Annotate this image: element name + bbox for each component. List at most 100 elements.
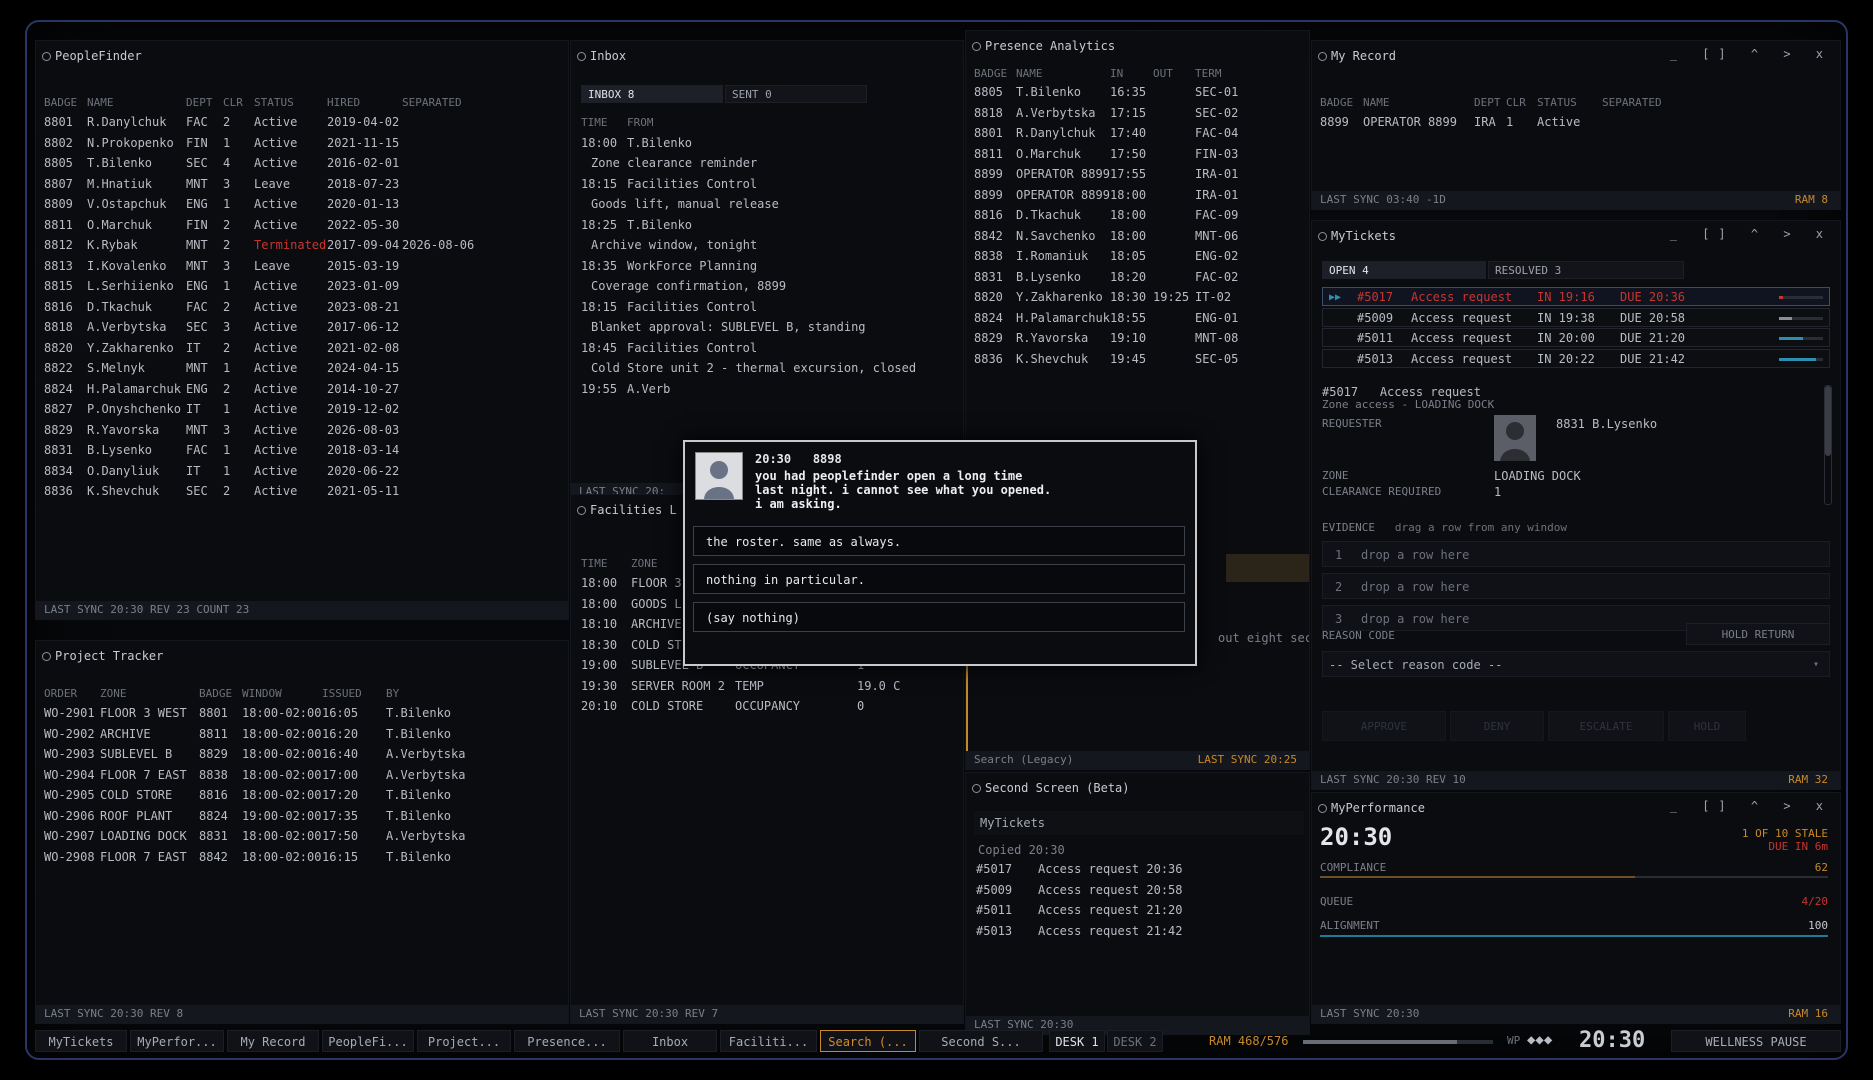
message-row[interactable]: 18:45 Facilities Control <box>571 338 963 358</box>
tab-resolved[interactable]: RESOLVED 3 <box>1488 261 1684 279</box>
table-row[interactable]: 8899 OPERATOR 8899 18:00 IRA-01 <box>966 185 1309 205</box>
approve-button[interactable]: APPROVE <box>1322 711 1446 741</box>
ticket-copy-row[interactable]: #5011 Access request 21:20 <box>966 900 1309 920</box>
ticket-copy-row[interactable]: #5009 Access request 20:58 <box>966 880 1309 900</box>
table-row[interactable]: 8801 R.Danylchuk FAC 2 Active 2019-04-02 <box>36 112 568 132</box>
desk-2-button[interactable]: DESK 2 <box>1107 1030 1163 1052</box>
chat-dialog[interactable]: 20:30 8898 you had peoplefinder open a l… <box>683 440 1197 666</box>
ticket-copy-row[interactable]: #5013 Access request 21:42 <box>966 921 1309 941</box>
reply-choice-2[interactable]: nothing in particular. <box>693 564 1185 594</box>
table-row[interactable]: 8801 R.Danylchuk 17:40 FAC-04 <box>966 123 1309 143</box>
wellness-pause-button[interactable]: WELLNESS PAUSE <box>1671 1030 1841 1052</box>
inbox-window[interactable]: Inbox INBOX 8 SENT 0 TIME FROM 18:00 T.Bi… <box>570 40 964 502</box>
tab-open[interactable]: OPEN 4 <box>1322 261 1486 279</box>
table-row[interactable]: 8824 H.Palamarchuk 18:55 ENG-01 <box>966 308 1309 328</box>
search-legacy-bar[interactable]: Search (Legacy) LAST SYNC 20:25 <box>966 751 1309 769</box>
table-row[interactable]: 8834 O.Danyliuk IT 1 Active 2020-06-22 <box>36 461 568 481</box>
table-row[interactable]: 8811 O.Marchuk FIN 2 Active 2022-05-30 <box>36 215 568 235</box>
table-row[interactable]: 8816 D.Tkachuk 18:00 FAC-09 <box>966 205 1309 225</box>
table-row[interactable]: WO-2903 SUBLEVEL B 8829 18:00-02:00 16:40 A.V… <box>36 744 568 764</box>
window-controls[interactable]: _ [] ^ > x <box>1670 227 1832 241</box>
ticket-copy-row[interactable]: #5017 Access request 20:36 <box>966 859 1309 879</box>
table-row[interactable]: 8802 N.Prokopenko FIN 1 Active 2021-11-15 <box>36 133 568 153</box>
message-row[interactable]: 18:35 WorkForce Planning <box>571 256 963 276</box>
table-row[interactable]: 8829 R.Yavorska 19:10 MNT-08 <box>966 328 1309 348</box>
second-screen-window[interactable]: Second Screen (Beta) MyTickets Copied 20… <box>965 772 1310 1035</box>
table-row[interactable]: 8813 I.Kovalenko MNT 3 Leave 2015-03-19 <box>36 256 568 276</box>
message-row[interactable]: 18:15 Facilities Control <box>571 174 963 194</box>
table-row[interactable]: 8809 V.Ostapchuk ENG 1 Active 2020-01-13 <box>36 194 568 214</box>
table-row[interactable]: 8822 S.Melnyk MNT 1 Active 2024-04-15 <box>36 358 568 378</box>
detail-scrollbar[interactable] <box>1824 385 1832 505</box>
reason-code-select[interactable]: -- Select reason code -- ▾ <box>1322 651 1830 677</box>
message-row[interactable]: 18:25 T.Bilenko <box>571 215 963 235</box>
table-row[interactable]: WO-2905 COLD STORE 8816 18:00-02:00 17:20 T.B… <box>36 785 568 805</box>
message-row[interactable]: 19:55 A.Verb <box>571 379 963 399</box>
window-controls[interactable]: _ [] ^ > x <box>1670 799 1832 813</box>
tab-inbox[interactable]: INBOX 8 <box>581 85 723 103</box>
reply-choice-3[interactable]: (say nothing) <box>693 602 1185 632</box>
taskbar-item-2[interactable]: My Record <box>227 1030 319 1052</box>
table-row[interactable]: WO-2902 ARCHIVE 8811 18:00-02:00 16:20 T.Bile… <box>36 724 568 744</box>
ticket-row[interactable]: #5009 Access request IN 19:38 DUE 20:58 <box>1322 307 1830 327</box>
deny-button[interactable]: DENY <box>1450 711 1544 741</box>
escalate-button[interactable]: ESCALATE <box>1548 711 1664 741</box>
table-row[interactable]: 8811 O.Marchuk 17:50 FIN-03 <box>966 144 1309 164</box>
table-row[interactable]: WO-2908 FLOOR 7 EAST 8842 18:00-02:00 16:15 T… <box>36 847 568 867</box>
message-row[interactable]: 18:00 T.Bilenko <box>571 133 963 153</box>
table-row[interactable]: 19:30 SERVER ROOM 2 TEMP 19.0 C <box>571 676 963 696</box>
table-row[interactable]: 8816 D.Tkachuk FAC 2 Active 2023-08-21 <box>36 297 568 317</box>
hold-button[interactable]: HOLD <box>1668 711 1746 741</box>
reply-choice-1[interactable]: the roster. same as always. <box>693 526 1185 556</box>
table-row[interactable]: 8805 T.Bilenko 16:35 SEC-01 <box>966 82 1309 102</box>
message-row[interactable]: 18:15 Facilities Control <box>571 297 963 317</box>
table-row[interactable]: 8829 R.Yavorska MNT 3 Active 2026-08-03 <box>36 420 568 440</box>
evidence-drop-slot[interactable]: 2 drop a row here <box>1322 573 1830 599</box>
taskbar-item-6[interactable]: Inbox <box>623 1030 717 1052</box>
table-row[interactable]: WO-2901 FLOOR 3 WEST 8801 18:00-02:00 16:05 T… <box>36 703 568 723</box>
taskbar-item-7[interactable]: Faciliti... <box>720 1030 817 1052</box>
taskbar-item-5[interactable]: Presence... <box>514 1030 620 1052</box>
window-controls[interactable]: _ [] ^ > x <box>1670 47 1832 61</box>
table-row[interactable]: 8831 B.Lysenko FAC 1 Active 2018-03-14 <box>36 440 568 460</box>
table-row[interactable]: 8805 T.Bilenko SEC 4 Active 2016-02-01 <box>36 153 568 173</box>
taskbar-item-0[interactable]: MyTickets <box>35 1030 127 1052</box>
table-row[interactable]: WO-2907 LOADING DOCK 8831 18:00-02:00 17:50 A… <box>36 826 568 846</box>
desk-1-button[interactable]: DESK 1 <box>1049 1030 1105 1052</box>
ticket-row[interactable]: #5013 Access request IN 20:22 DUE 21:42 <box>1322 348 1830 368</box>
table-row[interactable]: 8899 OPERATOR 8899 17:55 IRA-01 <box>966 164 1309 184</box>
project-tracker-window[interactable]: Project Tracker ORDER ZONE BADGE WINDOW ISSU… <box>35 640 569 1024</box>
hold-return-button[interactable]: HOLD RETURN <box>1686 623 1830 645</box>
peoplefinder-window[interactable]: PeopleFinder BADGE NAME DEPT CLR STATUS HIRED… <box>35 40 569 620</box>
table-row[interactable]: 8836 K.Shevchuk 19:45 SEC-05 <box>966 349 1309 369</box>
table-row[interactable]: 8815 L.Serhiienko ENG 1 Active 2023-01-09 <box>36 276 568 296</box>
tab-sent[interactable]: SENT 0 <box>725 85 867 103</box>
table-row[interactable]: 8818 A.Verbytska SEC 3 Active 2017-06-12 <box>36 317 568 337</box>
table-row[interactable]: 8831 B.Lysenko 18:20 FAC-02 <box>966 267 1309 287</box>
taskbar-item-1[interactable]: MyPerfor... <box>130 1030 224 1052</box>
table-row[interactable]: 8827 P.Onyshchenko IT 1 Active 2019-12-02 <box>36 399 568 419</box>
taskbar-item-8[interactable]: Search (... <box>820 1030 916 1052</box>
table-row[interactable]: 8838 I.Romaniuk 18:05 ENG-02 <box>966 246 1309 266</box>
myperformance-window[interactable]: MyPerformance _ [] ^ > x 20:30 1 OF 10 S… <box>1311 792 1841 1024</box>
table-row[interactable]: WO-2904 FLOOR 7 EAST 8838 18:00-02:00 17:00 A… <box>36 765 568 785</box>
evidence-drop-slot[interactable]: 1 drop a row here <box>1322 541 1830 567</box>
table-row[interactable]: 8807 M.Hnatiuk MNT 3 Leave 2018-07-23 <box>36 174 568 194</box>
table-row[interactable]: 8820 Y.Zakharenko IT 2 Active 2021-02-08 <box>36 338 568 358</box>
table-row[interactable]: 8820 Y.Zakharenko 18:30 19:25 IT-02 <box>966 287 1309 307</box>
table-row[interactable]: 8812 K.Rybak MNT 2 Terminated 2017-09-04 2026-… <box>36 235 568 255</box>
mytickets-window[interactable]: MyTickets _ [] ^ > x OPEN 4 RESOLVED 3 ▶… <box>1311 220 1841 790</box>
taskbar-item-9[interactable]: Second S... <box>919 1030 1043 1052</box>
my-record-window[interactable]: My Record _ [] ^ > x BADGE NAME DEPT CLR STA… <box>1311 40 1841 210</box>
table-row[interactable]: 8824 H.Palamarchuk ENG 2 Active 2014-10-27 <box>36 379 568 399</box>
taskbar-item-4[interactable]: Project... <box>417 1030 511 1052</box>
table-row[interactable]: WO-2906 ROOF PLANT 8824 19:00-02:00 17:35 T.B… <box>36 806 568 826</box>
table-row[interactable]: 20:10 COLD STORE OCCUPANCY 0 <box>571 696 963 716</box>
table-row[interactable]: 8818 A.Verbytska 17:15 SEC-02 <box>966 103 1309 123</box>
taskbar-item-3[interactable]: PeopleFi... <box>322 1030 414 1052</box>
ticket-row[interactable]: ▶▶ #5017 Access request IN 19:16 DUE 20:36 <box>1322 287 1830 306</box>
cell-0: 8838 <box>974 249 1003 263</box>
ticket-row[interactable]: #5011 Access request IN 20:00 DUE 21:20 <box>1322 328 1830 347</box>
table-row[interactable]: 8836 K.Shevchuk SEC 2 Active 2021-05-11 <box>36 481 568 501</box>
table-row[interactable]: 8842 N.Savchenko 18:00 MNT-06 <box>966 226 1309 246</box>
